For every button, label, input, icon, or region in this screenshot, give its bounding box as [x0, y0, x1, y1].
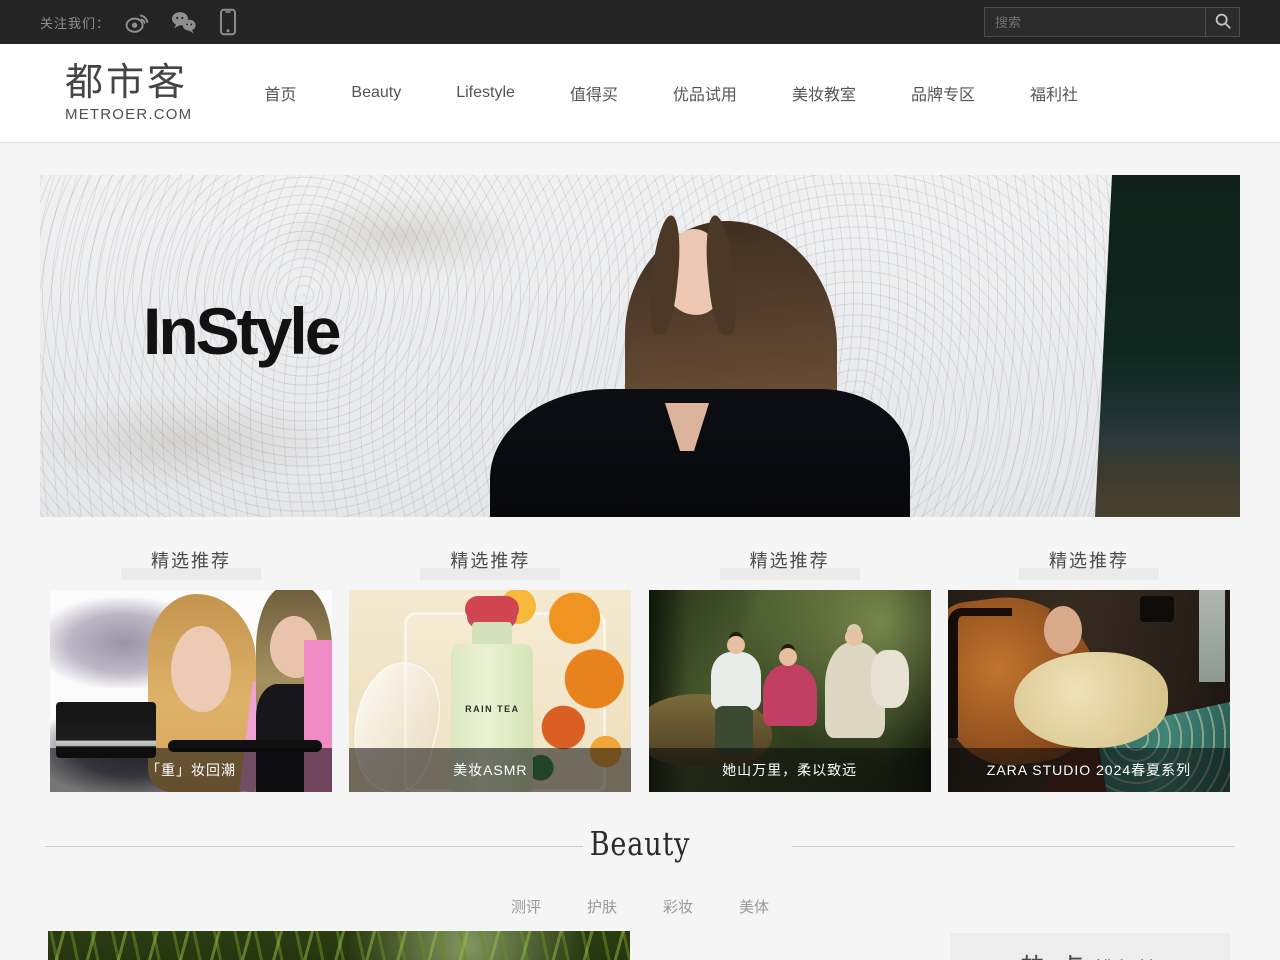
subnav-item-skincare[interactable]: 护肤: [587, 896, 617, 917]
nav-item-product-trial[interactable]: 优品试用: [673, 81, 737, 105]
hiker-legs: [715, 706, 753, 754]
bottle-neck: [472, 622, 512, 646]
search-icon: [1214, 12, 1232, 33]
bottle-cap: [465, 596, 519, 622]
search-button[interactable]: [1205, 8, 1239, 36]
nav-item-lifestyle[interactable]: Lifestyle: [456, 84, 515, 102]
nav-item-home[interactable]: 首页: [264, 81, 296, 105]
logo-title: 都市客: [65, 63, 192, 105]
hero-next-slide-edge: [1090, 175, 1240, 517]
hot-ranking-panel[interactable]: 热点 排行榜: [950, 933, 1230, 960]
site-logo[interactable]: 都市客 METROER.COM: [65, 63, 192, 124]
featured-column-1: 精选推荐 「重」妆回潮: [50, 547, 332, 792]
bottom-row: 热点 排行榜: [0, 931, 1280, 960]
divider-line-right: [792, 846, 1234, 847]
follow-us-label: 关注我们：: [40, 13, 110, 32]
search-input[interactable]: [985, 8, 1205, 36]
page: 关注我们：: [0, 0, 1280, 960]
featured-column-4: 精选推荐 ZARA STUDIO 2024春夏系列: [948, 547, 1230, 792]
hero-carousel[interactable]: InStyle: [40, 175, 1240, 517]
featured-header-label: 精选推荐: [1049, 551, 1129, 571]
featured-header-label: 精选推荐: [750, 551, 830, 571]
featured-card-makeup[interactable]: 「重」妆回潮: [50, 590, 332, 792]
nav-item-worth-buying[interactable]: 值得买: [570, 81, 618, 105]
blonde-model-face: [171, 626, 231, 712]
hiker-white-jacket: [711, 652, 761, 710]
featured-column-2: 精选推荐 RAIN TEA 美妆ASMR: [349, 547, 631, 792]
hot-ranking-label: 排行榜: [1094, 953, 1160, 960]
featured-card-hiking[interactable]: 她山万里，柔以致远: [649, 590, 931, 792]
subnav-item-makeup[interactable]: 彩妆: [663, 896, 693, 917]
featured-column-3: 精选推荐 她山万里，柔以致远: [649, 547, 931, 792]
nav-item-beauty[interactable]: Beauty: [351, 84, 401, 102]
hiker-head-1: [727, 636, 745, 654]
chair-wood-frame: [948, 608, 1012, 738]
beauty-subnav: 测评 护肤 彩妆 美体: [0, 896, 1280, 917]
featured-card-rain-tea[interactable]: RAIN TEA 美妆ASMR: [349, 590, 631, 792]
logo-subtitle: METROER.COM: [65, 106, 192, 123]
backpack: [871, 650, 909, 708]
beauty-section-header: Beauty: [0, 824, 1280, 870]
featured-header-4: 精选推荐: [948, 547, 1230, 580]
featured-header-2: 精选推荐: [349, 547, 631, 580]
hiker-head-2: [779, 648, 797, 666]
weibo-icon[interactable]: [124, 10, 150, 34]
featured-card-zara[interactable]: ZARA STUDIO 2024春夏系列: [948, 590, 1230, 792]
subnav-item-body[interactable]: 美体: [739, 896, 769, 917]
cream-blouse: [1014, 652, 1168, 748]
card-caption: 「重」妆回潮: [50, 748, 332, 792]
mobile-icon[interactable]: [218, 8, 238, 36]
search-box: [984, 7, 1240, 37]
featured-row: 精选推荐 「重」妆回潮 精选推荐: [40, 547, 1240, 792]
window-light: [1199, 590, 1225, 682]
card-caption: ZARA STUDIO 2024春夏系列: [948, 748, 1230, 792]
nav-item-brand-zone[interactable]: 品牌专区: [911, 81, 975, 105]
nav-item-welfare[interactable]: 福利社: [1030, 81, 1078, 105]
instyle-brand-text: InStyle: [143, 293, 338, 369]
hot-title: 热点: [1020, 947, 1094, 960]
topbar: 关注我们：: [0, 0, 1280, 44]
bottle-label: RAIN TEA: [451, 704, 533, 714]
hiker-pink-jacket: [763, 664, 817, 726]
divider-line-left: [45, 846, 583, 847]
subnav-item-reviews[interactable]: 测评: [511, 896, 541, 917]
social-links: [124, 8, 238, 36]
main-nav: 首页 Beauty Lifestyle 值得买 优品试用 美妆教室 品牌专区 福…: [264, 81, 1078, 105]
lamp-silhouette: [1140, 596, 1174, 622]
wechat-icon[interactable]: [170, 10, 198, 34]
card-caption: 美妆ASMR: [349, 748, 631, 792]
site-header: 都市客 METROER.COM 首页 Beauty Lifestyle 值得买 …: [0, 44, 1280, 143]
card-caption: 她山万里，柔以致远: [649, 748, 931, 792]
featured-header-1: 精选推荐: [50, 547, 332, 580]
nav-item-makeup-class[interactable]: 美妆教室: [792, 81, 856, 105]
featured-header-3: 精选推荐: [649, 547, 931, 580]
featured-header-label: 精选推荐: [151, 551, 231, 571]
beauty-section-title: Beauty: [590, 824, 691, 863]
zara-model-head: [1044, 606, 1082, 654]
hiker-head-3: [845, 628, 863, 646]
featured-header-label: 精选推荐: [450, 551, 530, 571]
beauty-article-image[interactable]: [48, 931, 630, 960]
